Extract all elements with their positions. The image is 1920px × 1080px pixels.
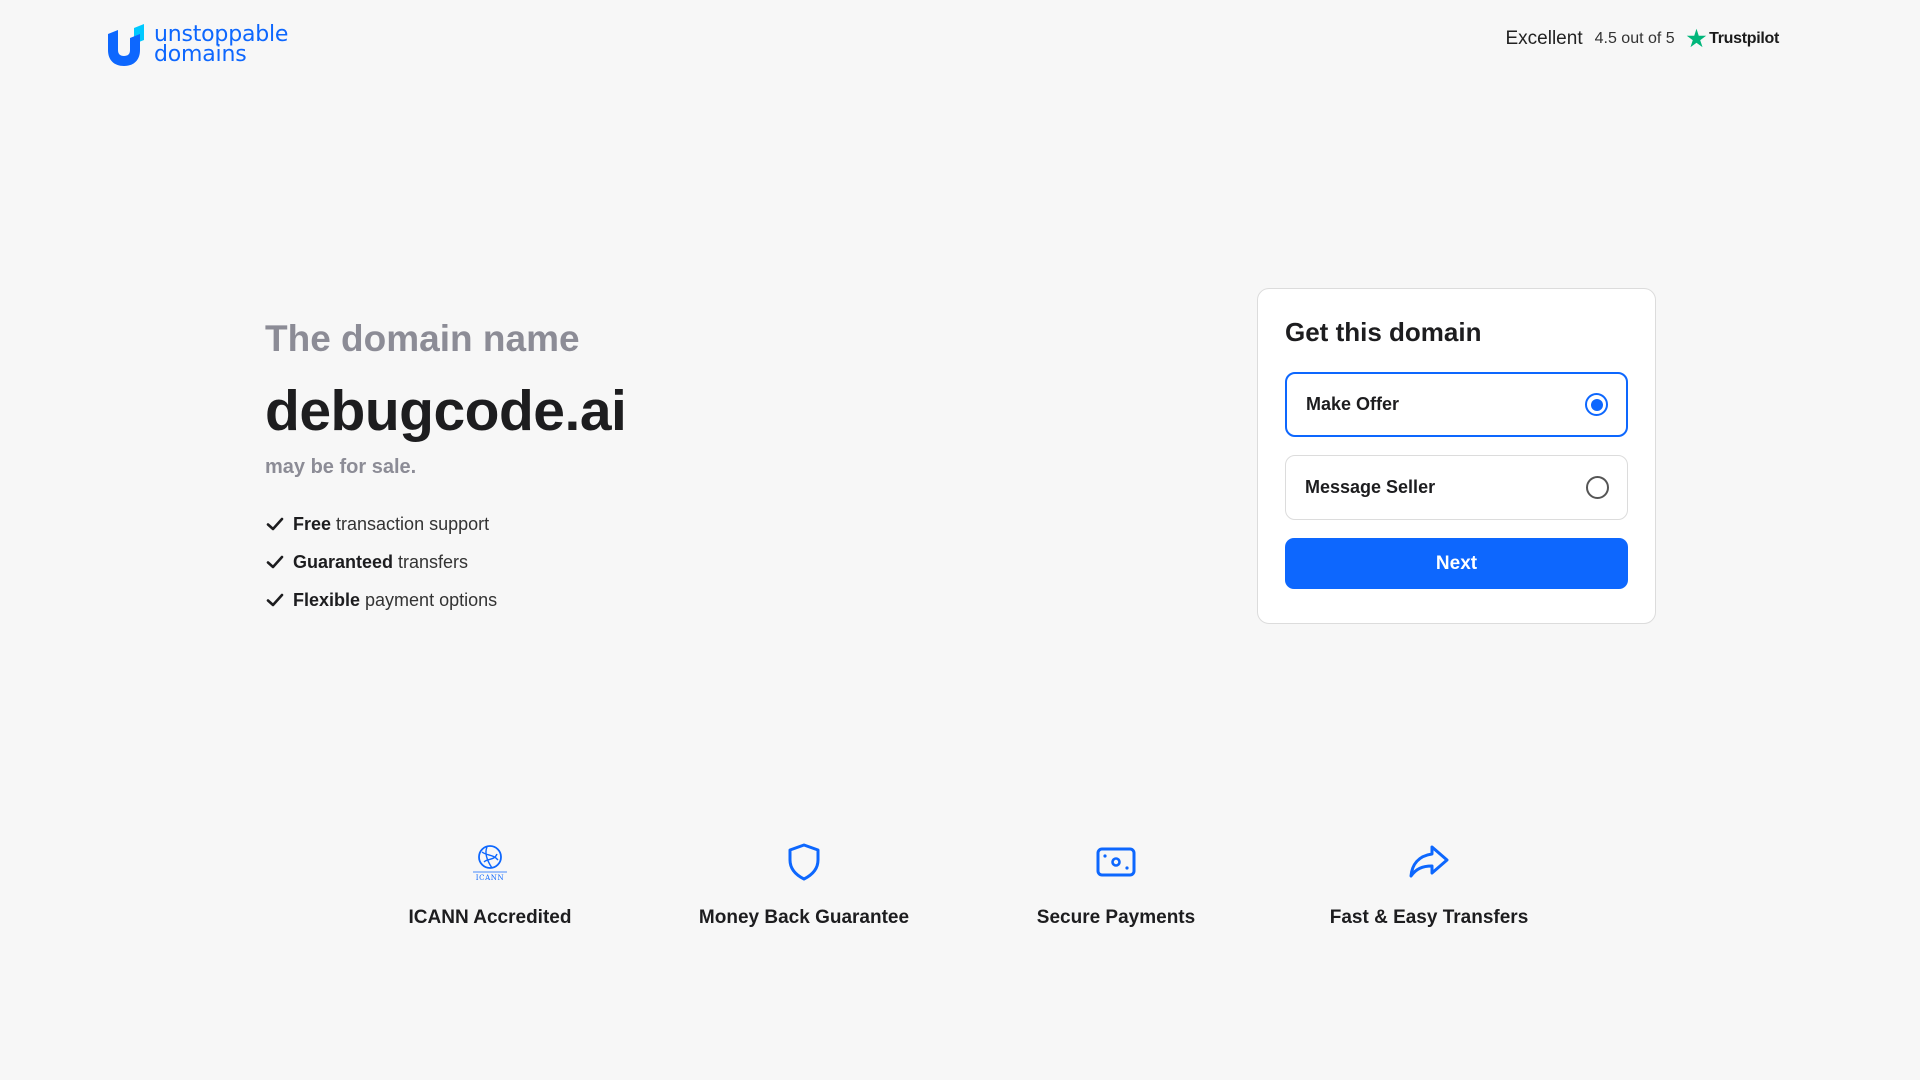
radio-unselected-icon[interactable]	[1586, 476, 1609, 499]
feature-item: Flexible payment options	[265, 581, 626, 619]
trustpilot-widget[interactable]: Excellent 4.5 out of 5 ★ Trustpilot	[1506, 28, 1780, 50]
hero-subtitle: may be for sale.	[265, 456, 417, 478]
card-title: Get this domain	[1285, 317, 1482, 347]
feature-item: Free transaction support	[265, 505, 626, 543]
feature-bold: Flexible	[293, 589, 361, 610]
badge-fast-transfers: Fast & Easy Transfers	[1279, 842, 1579, 929]
option-label: Message Seller	[1305, 477, 1436, 497]
trustpilot-brand-text: Trustpilot	[1709, 30, 1779, 47]
hero-kicker: The domain name	[265, 318, 580, 359]
badge-secure-payments: Secure Payments	[966, 842, 1266, 929]
check-icon	[266, 517, 284, 531]
brand-logo[interactable]: unstoppable domains	[104, 24, 288, 66]
get-domain-card: Get this domain Make Offer Message Selle…	[1257, 288, 1656, 624]
radio-selected-icon[interactable]	[1585, 393, 1608, 416]
trustpilot-label: Excellent	[1505, 28, 1583, 49]
trustpilot-rating: 4.5 out of 5	[1594, 30, 1675, 47]
next-button[interactable]: Next	[1285, 538, 1628, 589]
feature-text: transfers	[398, 551, 469, 572]
badge-label: ICANN Accredited	[408, 907, 572, 928]
shield-icon	[788, 843, 820, 881]
feature-text: transaction support	[336, 513, 490, 534]
star-icon: ★	[1686, 26, 1707, 51]
badge-label: Money Back Guarantee	[698, 907, 910, 928]
icann-globe-icon: ICANN	[473, 845, 507, 882]
check-icon	[266, 593, 284, 607]
brand-line2: domains	[154, 42, 247, 67]
feature-bold: Free	[293, 513, 332, 534]
share-arrow-icon	[1409, 845, 1449, 878]
trustpilot-brand: ★ Trustpilot	[1686, 26, 1780, 51]
payment-card-icon	[1096, 847, 1136, 877]
svg-text:ICANN: ICANN	[476, 874, 504, 882]
message-seller-option[interactable]: Message Seller	[1285, 455, 1628, 520]
option-label: Make Offer	[1306, 394, 1400, 414]
badge-label: Secure Payments	[1036, 907, 1196, 928]
domain-name: debugcode.ai	[265, 379, 627, 443]
check-icon	[266, 555, 284, 569]
feature-list: Free transaction support Guaranteed tran…	[265, 505, 626, 619]
make-offer-option[interactable]: Make Offer	[1285, 372, 1628, 437]
badge-icann: ICANN ICANN Accredited	[340, 842, 640, 929]
feature-text: payment options	[365, 589, 498, 610]
feature-item: Guaranteed transfers	[265, 543, 626, 581]
unstoppable-logo-icon	[108, 24, 144, 66]
brand-wordmark: unstoppable domains	[154, 24, 288, 67]
feature-bold: Guaranteed	[293, 551, 394, 572]
badge-label: Fast & Easy Transfers	[1329, 907, 1529, 928]
hero-section: The domain name debugcode.ai may be for …	[265, 318, 627, 619]
badge-money-back: Money Back Guarantee	[654, 842, 954, 929]
